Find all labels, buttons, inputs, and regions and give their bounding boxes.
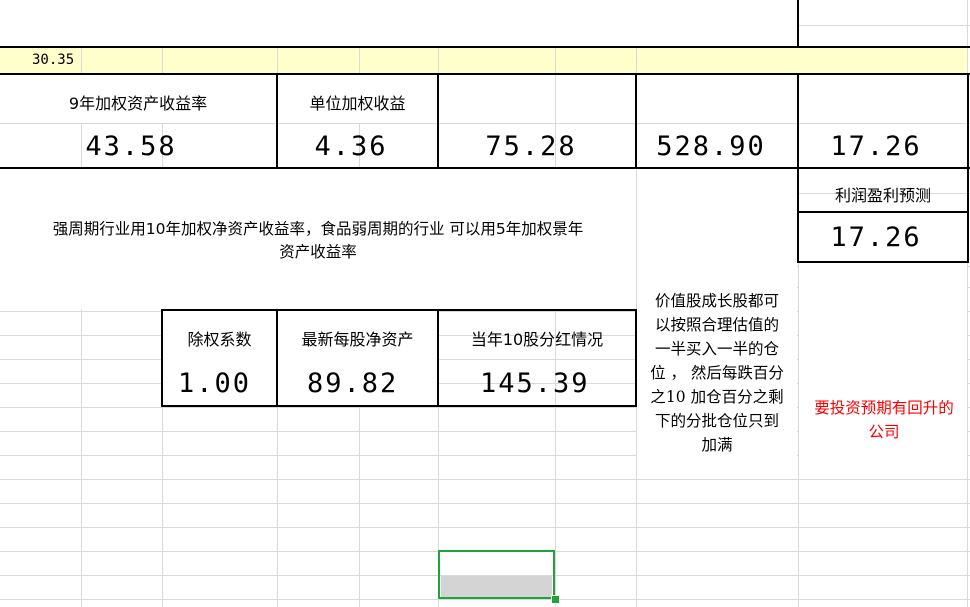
active-cell-selection[interactable]	[438, 550, 555, 599]
note-line: 要投资预期有回升的	[814, 399, 954, 417]
cell-ex-rights-value[interactable]: 1.00	[178, 368, 251, 399]
cell-latest-nav-value[interactable]: 89.82	[307, 368, 398, 399]
note-line: 价值股成长股都可	[654, 292, 779, 310]
cell-value-c5[interactable]: 17.26	[799, 131, 953, 162]
note-recovery-expectation[interactable]: 要投资预期有回升的 公司	[799, 396, 969, 444]
header-unit-weighted-earnings[interactable]: 单位加权收益	[278, 90, 437, 114]
cell-value-c4[interactable]: 528.90	[637, 131, 785, 162]
note-cycle-line-1[interactable]: 强周期行业用10年加权净资产收益率，食品弱周期的行业 可以用5年加权景年	[0, 218, 636, 240]
note-line: 下的分批仓位只到	[654, 412, 779, 430]
cell-9yr-roe-value[interactable]: 43.58	[0, 131, 262, 162]
cell-profit-forecast-value[interactable]: 17.26	[799, 222, 953, 253]
fill-handle[interactable]	[551, 595, 560, 604]
note-cycle-line-2: 资产收益率	[279, 243, 357, 261]
note-value-growth-strategy[interactable]: 价值股成长股都可 以按照合理估值的 一半买入一半的仓 位 ， 然后每跌百分 之1…	[638, 289, 796, 457]
note-line: 之10 加仓百分之剩	[650, 388, 784, 406]
header-9yr-weighted-roe[interactable]: 9年加权资产收益率	[0, 90, 276, 114]
note-line: 以按照合理估值的	[654, 316, 779, 334]
note-line: 公司	[868, 423, 900, 441]
note-line: 位 ， 然后每跌百分	[650, 364, 784, 382]
header-ex-rights-coefficient[interactable]: 除权系数	[163, 326, 276, 350]
cell-dividend-value[interactable]: 145.39	[480, 368, 590, 399]
header-profit-forecast[interactable]: 利润盈利预测	[799, 182, 967, 206]
note-line: 加满	[701, 436, 733, 454]
header-latest-nav-per-share[interactable]: 最新每股净资产	[278, 326, 437, 350]
cell-unit-earnings-value[interactable]: 4.36	[278, 131, 424, 162]
spreadsheet-grid[interactable]: 30.35 9年加权资产收益率 单位加权收益 43.58 4.36 75.28 …	[0, 0, 970, 607]
cell-top-left-value[interactable]: 30.35	[32, 52, 74, 68]
note-line: 一半买入一半的仓	[654, 340, 779, 358]
cell-value-c3[interactable]: 75.28	[439, 131, 623, 162]
header-dividend-per-10-shares[interactable]: 当年10股分红情况	[439, 326, 635, 350]
